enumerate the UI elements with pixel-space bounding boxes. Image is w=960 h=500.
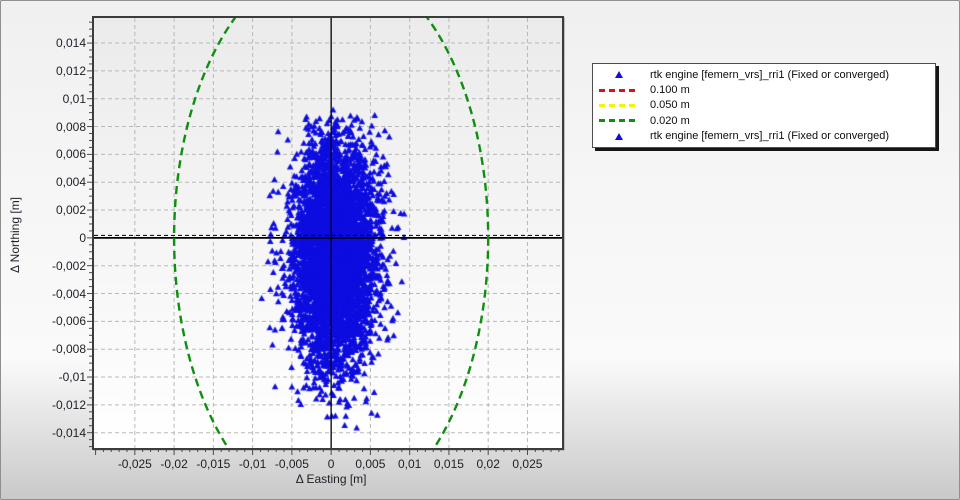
plot-area	[92, 16, 564, 450]
y-tick-label: 0,014	[55, 36, 86, 51]
dashed-line-icon	[599, 88, 639, 92]
triangle-icon	[615, 132, 623, 140]
y-axis-title: Δ Northing [m]	[8, 196, 22, 273]
legend-item: 0.020 m	[597, 113, 931, 128]
x-tick-label: -0,005	[274, 457, 309, 471]
y-tick-label: 0,006	[55, 147, 86, 162]
legend-item: rtk engine [femern_vrs]_rri1 (Fixed or c…	[597, 67, 931, 82]
y-tick-label: -0,01	[58, 370, 86, 385]
legend-dashed-line-marker-icon	[597, 103, 641, 107]
x-axis-title: Δ Easting [m]	[295, 472, 367, 486]
y-tick-label: -0,014	[51, 425, 86, 440]
y-tick-label: -0,008	[51, 342, 86, 357]
y-tick-label: 0,004	[55, 175, 86, 190]
dashed-line-icon	[599, 103, 639, 107]
legend-item: 0.050 m	[597, 98, 931, 113]
zero-axes-and-reference-circles-layer	[94, 18, 562, 448]
legend-dashed-line-marker-icon	[597, 88, 641, 92]
x-tick-label: 0,02	[476, 457, 500, 471]
y-tick-label: 0,01	[62, 91, 86, 106]
x-tick-label: 0,01	[397, 457, 422, 471]
legend-dashed-line-marker-icon	[597, 119, 641, 123]
x-tick-label: -0,015	[196, 457, 231, 471]
x-tick-label: -0,025	[117, 457, 152, 471]
dashed-line-icon	[599, 119, 639, 123]
legend-item-label: rtk engine [femern_vrs]_rri1 (Fixed or c…	[650, 68, 890, 81]
legend-item-label: 0.050 m	[650, 99, 690, 112]
legend-triangle-marker-icon	[597, 71, 641, 79]
legend-item: rtk engine [femern_vrs]_rri1 (Fixed or c…	[597, 129, 931, 144]
y-tick-label: -0,004	[51, 286, 86, 301]
x-tick-label: -0,01	[238, 457, 267, 471]
chart-window: -0,025 -0,02 -0,015 -0,01 -0,005 0 0,005 0,01 0,…	[0, 0, 960, 500]
y-tick-label: -0,012	[51, 397, 86, 412]
x-tick-label: 0,025	[512, 457, 543, 471]
triangle-icon	[615, 71, 623, 79]
x-tick-label: 0,015	[433, 457, 464, 471]
legend-box: rtk engine [femern_vrs]_rri1 (Fixed or c…	[592, 63, 936, 148]
y-tick-label: -0,006	[51, 314, 86, 329]
legend-triangle-marker-icon	[597, 132, 641, 140]
legend-item-label: rtk engine [femern_vrs]_rri1 (Fixed or c…	[650, 130, 890, 143]
y-tick-label: 0,008	[55, 119, 86, 134]
x-tick-label: 0	[327, 457, 335, 471]
x-tick-label: -0,02	[160, 457, 188, 471]
y-tick-label: 0,012	[55, 63, 86, 78]
x-tick-label: 0,005	[355, 457, 386, 471]
legend-item: 0.100 m	[597, 82, 931, 97]
legend-item-label: 0.020 m	[650, 114, 690, 127]
legend-item-label: 0.100 m	[650, 84, 690, 97]
